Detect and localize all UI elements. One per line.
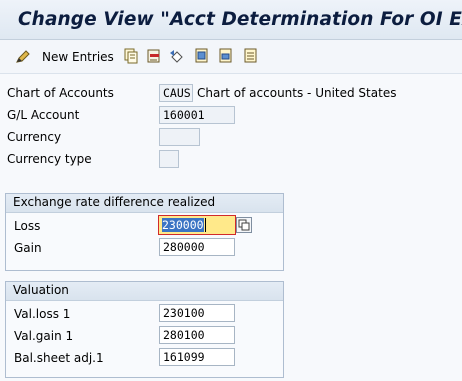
exchange-rate-realized-title: Exchange rate difference realized: [13, 195, 216, 209]
currency-label: Currency: [7, 130, 62, 144]
currency-field[interactable]: [159, 128, 200, 146]
valuation-title: Valuation: [13, 283, 69, 297]
bal-sheet-adj-label: Bal.sheet adj.1: [14, 351, 104, 365]
delete-icon[interactable]: [146, 48, 162, 64]
undo-icon[interactable]: [169, 48, 185, 64]
bal-sheet-adj-field[interactable]: 161099: [159, 348, 235, 366]
loss-field-value: 230000: [162, 218, 204, 232]
gl-account-label: G/L Account: [7, 108, 80, 122]
title-bar: Change View "Acct Determination For OI E…: [0, 0, 462, 40]
value-help-icon: [238, 219, 250, 231]
select-block-icon[interactable]: [218, 48, 234, 64]
chart-of-accounts-field[interactable]: CAUS: [159, 84, 193, 102]
value-help-button[interactable]: [236, 217, 252, 233]
page-title: Change View "Acct Determination For OI E…: [18, 9, 462, 30]
application-toolbar: New Entries: [0, 40, 462, 74]
currency-type-label: Currency type: [7, 152, 92, 166]
val-gain-field[interactable]: 280100: [159, 326, 235, 344]
val-loss-field[interactable]: 230100: [159, 304, 235, 322]
chart-of-accounts-description: Chart of accounts - United States: [197, 86, 397, 100]
val-loss-label: Val.loss 1: [14, 307, 71, 321]
val-gain-label: Val.gain 1: [14, 329, 74, 343]
deselect-all-icon[interactable]: [243, 48, 259, 64]
gain-field[interactable]: 280000: [159, 238, 235, 256]
gain-label: Gain: [14, 241, 42, 255]
currency-type-field[interactable]: [159, 150, 179, 168]
chart-of-accounts-label: Chart of Accounts: [7, 86, 114, 100]
main-content: Chart of Accounts CAUS Chart of accounts…: [0, 74, 462, 381]
edit-pencil-icon[interactable]: [15, 49, 31, 65]
loss-label: Loss: [14, 219, 41, 233]
loss-field[interactable]: 230000: [158, 215, 236, 235]
gl-account-field[interactable]: 160001: [159, 106, 235, 124]
new-entries-button[interactable]: New Entries: [42, 50, 114, 64]
copy-icon[interactable]: [123, 48, 139, 64]
select-all-icon[interactable]: [194, 48, 210, 64]
